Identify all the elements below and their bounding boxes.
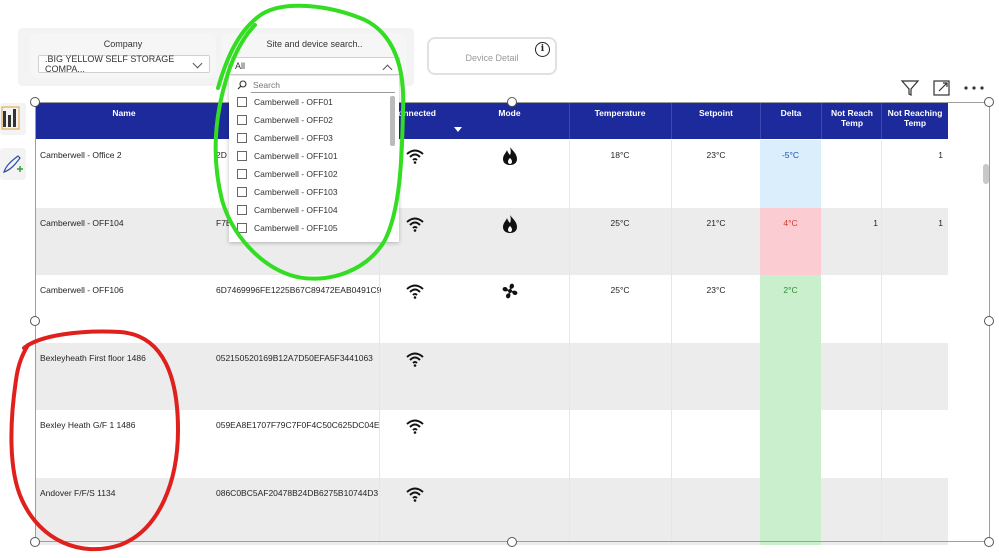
annotation-overlay	[9, 3, 406, 552]
green-annotation-circle	[213, 3, 406, 281]
red-annotation-circle	[9, 329, 181, 552]
